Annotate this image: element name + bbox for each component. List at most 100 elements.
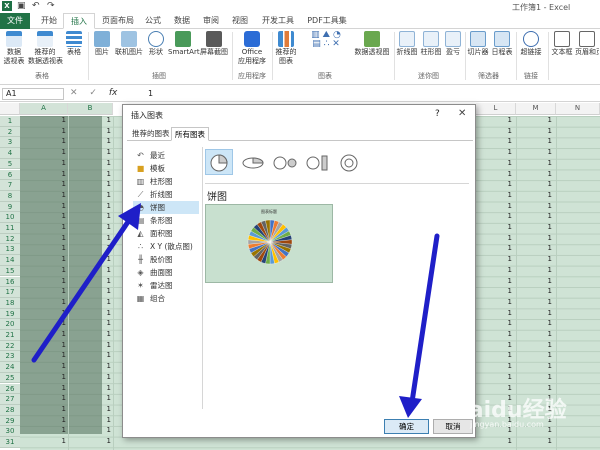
chart-type-area[interactable]: ◭ 面积图	[133, 227, 199, 240]
row-header[interactable]: 4	[0, 148, 20, 159]
chart-preview[interactable]: 图表标题	[205, 204, 333, 283]
row-header[interactable]: 19	[0, 308, 20, 320]
shapes-button[interactable]: 形状	[146, 31, 166, 57]
smartart-button[interactable]: SmartArt	[168, 31, 200, 57]
column-header-a[interactable]: A	[20, 103, 68, 115]
chart-type-column[interactable]: ▥ 柱形图	[133, 175, 199, 188]
row-header[interactable]: 21	[0, 330, 20, 341]
row-header[interactable]: 22	[0, 340, 20, 352]
ok-button[interactable]: 确定	[384, 419, 429, 434]
subtype-bar-of-pie[interactable]	[303, 149, 331, 175]
row-header[interactable]: 27	[0, 394, 20, 405]
recommended-charts-button[interactable]: 推荐的 图表	[274, 31, 298, 66]
row-header[interactable]: 9	[0, 201, 20, 213]
subtype-pie-of-pie[interactable]	[271, 149, 299, 175]
row-header[interactable]: 13	[0, 244, 20, 256]
close-icon[interactable]: ✕	[458, 108, 466, 119]
screenshot-button[interactable]: 屏幕截图	[199, 31, 229, 57]
chart-type-combo[interactable]: ▦ 组合	[133, 292, 199, 305]
tab-home[interactable]: 开始	[36, 13, 62, 29]
row-header[interactable]: 28	[0, 404, 20, 416]
chart-gallery[interactable]: ▥ ⛰ ◔ ▤ ∴ ✕	[302, 31, 350, 49]
chart-type-bar[interactable]: ▤ 条形图	[133, 214, 199, 227]
chart-type-scatter[interactable]: ∴ X Y (散点图)	[133, 240, 199, 253]
tab-view[interactable]: 视图	[227, 13, 253, 29]
pivot-chart-button[interactable]: 数据透视图	[352, 31, 392, 57]
column-header-n[interactable]: N	[556, 103, 600, 115]
tab-recommended-charts[interactable]: 推荐的图表	[129, 127, 173, 141]
row-header[interactable]: 14	[0, 255, 20, 266]
chart-type-pie[interactable]: ◔ 饼图	[133, 201, 199, 214]
row-header[interactable]: 29	[0, 415, 20, 427]
row-header[interactable]: 2	[0, 126, 20, 138]
row-header[interactable]: 3	[0, 137, 20, 149]
cancel-formula-icon[interactable]: ✕	[70, 88, 78, 98]
tab-data[interactable]: 数据	[169, 13, 195, 29]
row-header[interactable]: 24	[0, 362, 20, 373]
pivot-table-button[interactable]: 数据 透视表	[2, 31, 26, 66]
sparkline-line-button[interactable]: 折线图	[396, 31, 418, 57]
online-picture-button[interactable]: 联机图片	[114, 31, 144, 57]
chart-type-radar[interactable]: ✶ 雷达图	[133, 279, 199, 292]
redo-icon[interactable]: ↷	[47, 1, 57, 11]
row-header[interactable]: 17	[0, 287, 20, 298]
chart-type-stock[interactable]: ╫ 股价图	[133, 253, 199, 266]
row-header[interactable]: 12	[0, 233, 20, 245]
name-box[interactable]: A1	[2, 88, 64, 100]
chart-type-recent[interactable]: ↶ 最近	[133, 149, 199, 162]
sparkline-winloss-button[interactable]: 盈亏	[444, 31, 462, 57]
column-header-m[interactable]: M	[516, 103, 556, 115]
row-header[interactable]: 10	[0, 212, 20, 223]
formula-input[interactable]: 1	[148, 89, 153, 98]
tab-review[interactable]: 审阅	[198, 13, 224, 29]
undo-icon[interactable]: ↶	[32, 1, 42, 11]
table-button[interactable]: 表格	[64, 31, 84, 57]
tab-pdf-tools[interactable]: PDF工具集	[303, 13, 351, 29]
tab-page-layout[interactable]: 页面布局	[98, 13, 138, 29]
hyperlink-button[interactable]: 超链接	[518, 31, 544, 57]
row-header[interactable]: 30	[0, 426, 20, 437]
row-header[interactable]: 25	[0, 372, 20, 384]
recommended-pivot-button[interactable]: 推荐的 数据透视表	[28, 31, 63, 66]
row-header[interactable]: 18	[0, 297, 20, 309]
row-header[interactable]: 16	[0, 276, 20, 288]
sparkline-column-button[interactable]: 柱形图	[420, 31, 442, 57]
timeline-button[interactable]: 日程表	[491, 31, 513, 57]
save-icon[interactable]: ▣	[17, 1, 27, 11]
select-all-corner[interactable]	[0, 103, 20, 115]
row-header[interactable]: 7	[0, 180, 20, 191]
chart-type-templates[interactable]: ■ 模板	[133, 162, 199, 175]
row-header[interactable]: 15	[0, 265, 20, 277]
chart-type-surface[interactable]: ◈ 曲面图	[133, 266, 199, 279]
column-header-l[interactable]: L	[476, 103, 516, 115]
insert-function-icon[interactable]: fx	[109, 88, 118, 98]
office-apps-button[interactable]: Office 应用程序	[236, 31, 268, 66]
enter-formula-icon[interactable]: ✓	[89, 88, 97, 98]
chart-type-label: 折线图	[150, 190, 173, 199]
tab-developer[interactable]: 开发工具	[258, 13, 298, 29]
picture-button[interactable]: 图片	[92, 31, 112, 57]
row-header[interactable]: 6	[0, 169, 20, 181]
tab-insert[interactable]: 插入	[63, 13, 95, 29]
tab-formulas[interactable]: 公式	[140, 13, 166, 29]
row-header[interactable]: 20	[0, 319, 20, 330]
row-header[interactable]: 8	[0, 190, 20, 202]
header-footer-button[interactable]: 页眉和页	[575, 31, 599, 57]
textbox-button[interactable]: 文本框	[550, 31, 574, 57]
column-header-b[interactable]: B	[68, 103, 113, 115]
chart-type-line[interactable]: ⟋ 折线图	[133, 188, 199, 201]
tab-file[interactable]: 文件	[0, 13, 30, 29]
help-icon[interactable]: ?	[435, 109, 440, 119]
subtype-pie[interactable]	[205, 149, 233, 175]
slicer-button[interactable]: 切片器	[467, 31, 489, 57]
row-header[interactable]: 31	[0, 437, 20, 448]
row-header[interactable]: 26	[0, 383, 20, 395]
row-header[interactable]: 5	[0, 158, 20, 170]
sparkline-line-label: 折线图	[396, 48, 418, 56]
row-header[interactable]: 11	[0, 223, 20, 234]
subtype-doughnut[interactable]	[335, 149, 363, 175]
subtype-3d-pie[interactable]	[239, 149, 267, 175]
row-header[interactable]: 23	[0, 351, 20, 363]
row-header[interactable]: 1	[0, 116, 20, 127]
tab-all-charts[interactable]: 所有图表	[171, 127, 209, 141]
